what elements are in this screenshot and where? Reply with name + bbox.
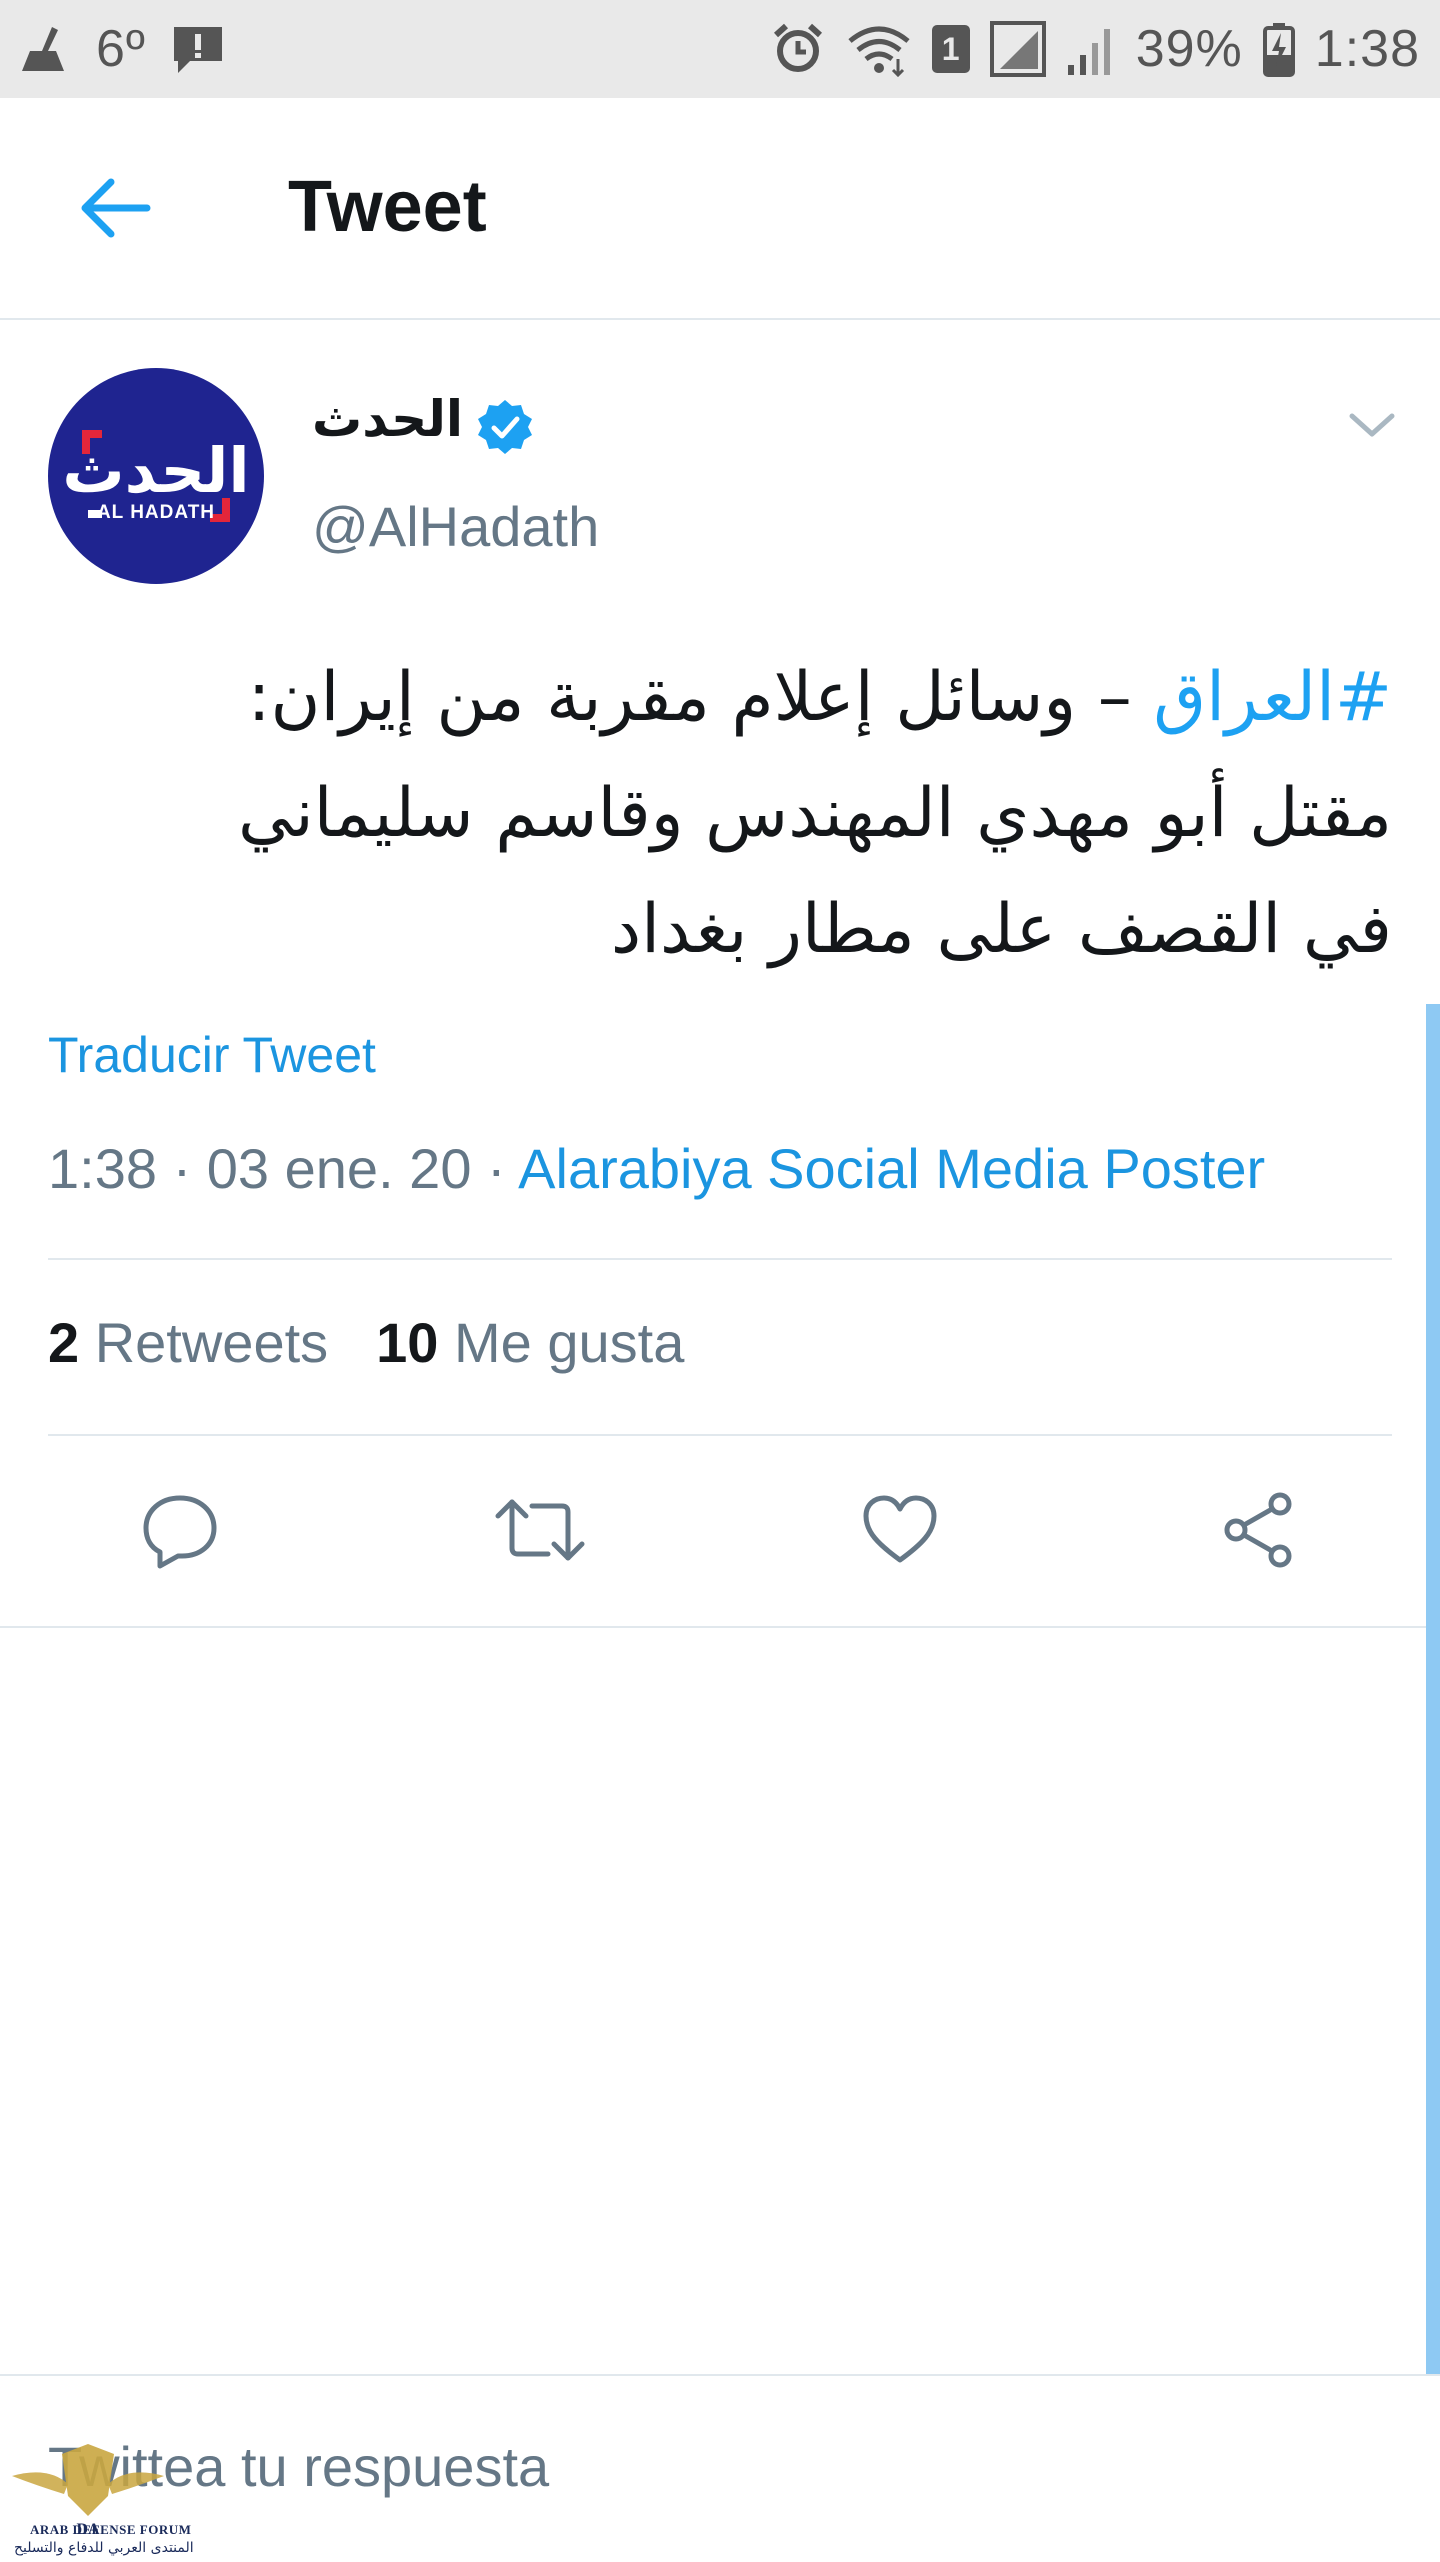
- sim-slot-badge: 1: [931, 25, 970, 73]
- retweet-button[interactable]: [490, 1480, 590, 1580]
- battery-charging-icon: [1262, 21, 1295, 77]
- weather-temperature: 6º: [96, 20, 146, 78]
- page-title: Tweet: [288, 167, 487, 247]
- verified-badge-icon: [478, 400, 532, 454]
- tweet-source-link[interactable]: Alarabiya Social Media Poster: [518, 1137, 1265, 1200]
- signal-sim1-icon: [989, 21, 1046, 77]
- avatar-logo-text: الحدث: [62, 434, 250, 507]
- status-bar-left: 6º: [16, 0, 226, 98]
- divider: [48, 1434, 1392, 1436]
- retweets-stat[interactable]: 2 Retweets: [48, 1311, 328, 1374]
- divider: [0, 1626, 1440, 1628]
- signal-sim2-icon: [1066, 21, 1116, 77]
- cleaner-icon: [16, 21, 72, 77]
- reply-icon: [143, 1495, 217, 1569]
- share-button[interactable]: [1210, 1480, 1310, 1580]
- tweet-options-button[interactable]: [1344, 400, 1400, 450]
- tweet-date: 03 ene. 20: [206, 1137, 472, 1200]
- hashtag-link[interactable]: #العراق: [1153, 658, 1392, 737]
- back-button[interactable]: [70, 168, 160, 248]
- avatar[interactable]: الحدث AL HADATH: [48, 368, 264, 584]
- chevron-down-icon: [1349, 413, 1395, 437]
- translate-tweet-link[interactable]: Traducir Tweet: [48, 1026, 376, 1084]
- likes-count: 10: [376, 1311, 439, 1374]
- likes-label: Me gusta: [454, 1311, 685, 1374]
- watermark-name-ar: المنتدى العربي للدفاع والتسليح: [14, 2540, 194, 2556]
- app-header: Tweet: [0, 98, 1440, 320]
- reply-button[interactable]: [130, 1480, 230, 1580]
- share-icon: [1224, 1492, 1292, 1568]
- tweet-text-line-3: في القصف على مطار بغداد: [610, 890, 1392, 969]
- alarm-icon: [770, 21, 826, 77]
- likes-stat[interactable]: 10 Me gusta: [376, 1311, 684, 1374]
- author-handle[interactable]: @AlHadath: [312, 494, 599, 559]
- back-arrow-icon: [81, 178, 151, 238]
- author-name[interactable]: الحدث: [312, 390, 463, 448]
- retweets-label: Retweets: [94, 1311, 329, 1374]
- retweets-count: 2: [48, 1311, 80, 1374]
- status-bar-right: 1 39% 1:38: [770, 0, 1420, 98]
- tweet-text-line-1: #العراق – وسائل إعلام مقربة من إيران:: [48, 640, 1392, 756]
- status-bar: 6º 1 39% 1:38: [0, 0, 1440, 98]
- tweet-stats: 2 Retweets 10 Me gusta: [48, 1310, 684, 1375]
- tweet-text: #العراق – وسائل إعلام مقربة من إيران: مق…: [48, 640, 1392, 988]
- scrollbar[interactable]: [1426, 1004, 1440, 2374]
- tweet-actions: [0, 1480, 1440, 1580]
- meta-separator: ·: [172, 1137, 192, 1200]
- clock: 1:38: [1314, 20, 1420, 78]
- notification-message-icon: [170, 21, 226, 77]
- watermark-name-en: ARAB DEFENSE FORUM: [30, 2522, 192, 2537]
- avatar-logo-caption: AL HADATH: [96, 502, 216, 523]
- tweet-meta: 1:38 · 03 ene. 20 · Alarabiya Social Med…: [48, 1136, 1265, 1201]
- retweet-icon: [495, 1499, 585, 1561]
- meta-separator: ·: [487, 1137, 506, 1200]
- like-button[interactable]: [850, 1480, 950, 1580]
- like-icon: [863, 1495, 937, 1563]
- tweet-text-line-2: مقتل أبو مهدي المهندس وقاسم سليماني: [238, 774, 1392, 853]
- tweet-time: 1:38: [48, 1137, 157, 1200]
- tweet-text-line-1-rest: – وسائل إعلام مقربة من إيران:: [247, 658, 1154, 737]
- divider: [48, 1258, 1392, 1260]
- battery-percent: 39%: [1135, 20, 1243, 78]
- wifi-icon: [846, 21, 912, 77]
